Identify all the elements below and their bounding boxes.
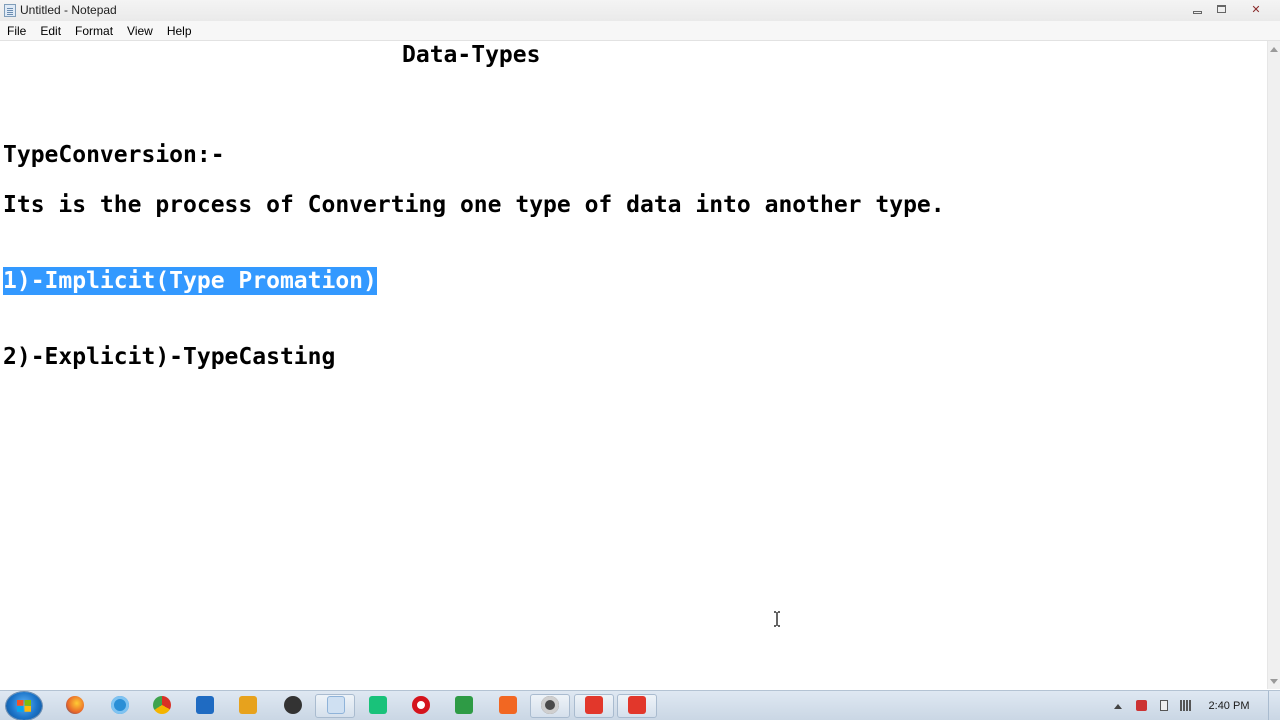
menu-help[interactable]: Help [159, 24, 198, 38]
minimize-icon [1192, 10, 1202, 14]
outlook-icon[interactable] [196, 696, 214, 714]
taskbar-clock[interactable]: 2:40 PM [1205, 700, 1253, 712]
mi-icon[interactable] [499, 696, 517, 714]
ibeam-cursor-icon [774, 611, 780, 627]
start-button[interactable] [6, 692, 42, 720]
menu-edit[interactable]: Edit [32, 24, 67, 38]
text-editor[interactable]: Data-Types TypeConversion:- Its is the p… [0, 41, 1267, 689]
recorder-icon-2[interactable] [628, 696, 646, 714]
signal-icon[interactable] [1180, 700, 1191, 711]
restore-icon [1217, 5, 1226, 13]
internet-explorer-icon[interactable] [111, 696, 129, 714]
notepad-app-icon[interactable] [4, 4, 16, 17]
action-center-icon[interactable] [1136, 700, 1147, 711]
close-button[interactable]: ✕ [1234, 0, 1278, 18]
scroll-down-icon[interactable] [1270, 679, 1278, 684]
scroll-up-icon[interactable] [1270, 47, 1278, 52]
media-app-icon[interactable] [284, 696, 302, 714]
menu-file[interactable]: File [0, 24, 32, 38]
battery-icon[interactable] [1160, 700, 1168, 711]
close-icon: ✕ [1251, 3, 1261, 16]
show-hidden-icons-icon[interactable] [1114, 704, 1122, 709]
vertical-scrollbar[interactable] [1267, 41, 1280, 689]
doc-description-line[interactable]: Its is the process of Converting one typ… [3, 191, 945, 219]
chrome-icon[interactable] [153, 696, 171, 714]
doc-title-line[interactable]: Data-Types [402, 41, 540, 69]
maximize-button[interactable] [1209, 0, 1234, 18]
window-title: Untitled - Notepad [20, 3, 117, 17]
notepad-icon[interactable] [327, 696, 345, 714]
doc-heading-line[interactable]: TypeConversion:- [3, 141, 225, 169]
minimize-button[interactable] [1184, 0, 1210, 18]
taskbar: 2:40 PM [0, 690, 1280, 720]
recorder-icon[interactable] [585, 696, 603, 714]
settings-icon[interactable] [541, 696, 559, 714]
menu-bar: File Edit Format View Help [0, 21, 1280, 41]
opera-icon[interactable] [412, 696, 430, 714]
app-green-icon[interactable] [369, 696, 387, 714]
doc-explicit-line[interactable]: 2)-Explicit)-TypeCasting [3, 343, 335, 371]
selected-text-implicit[interactable]: 1)-Implicit(Type Promation) [3, 267, 377, 295]
title-bar: Untitled - Notepad ✕ [0, 0, 1280, 22]
menu-view[interactable]: View [119, 24, 159, 38]
media-player-icon[interactable] [239, 696, 257, 714]
excel-like-icon[interactable] [455, 696, 473, 714]
menu-format[interactable]: Format [67, 24, 119, 38]
firefox-icon[interactable] [66, 696, 84, 714]
show-desktop-button[interactable] [1268, 691, 1280, 720]
